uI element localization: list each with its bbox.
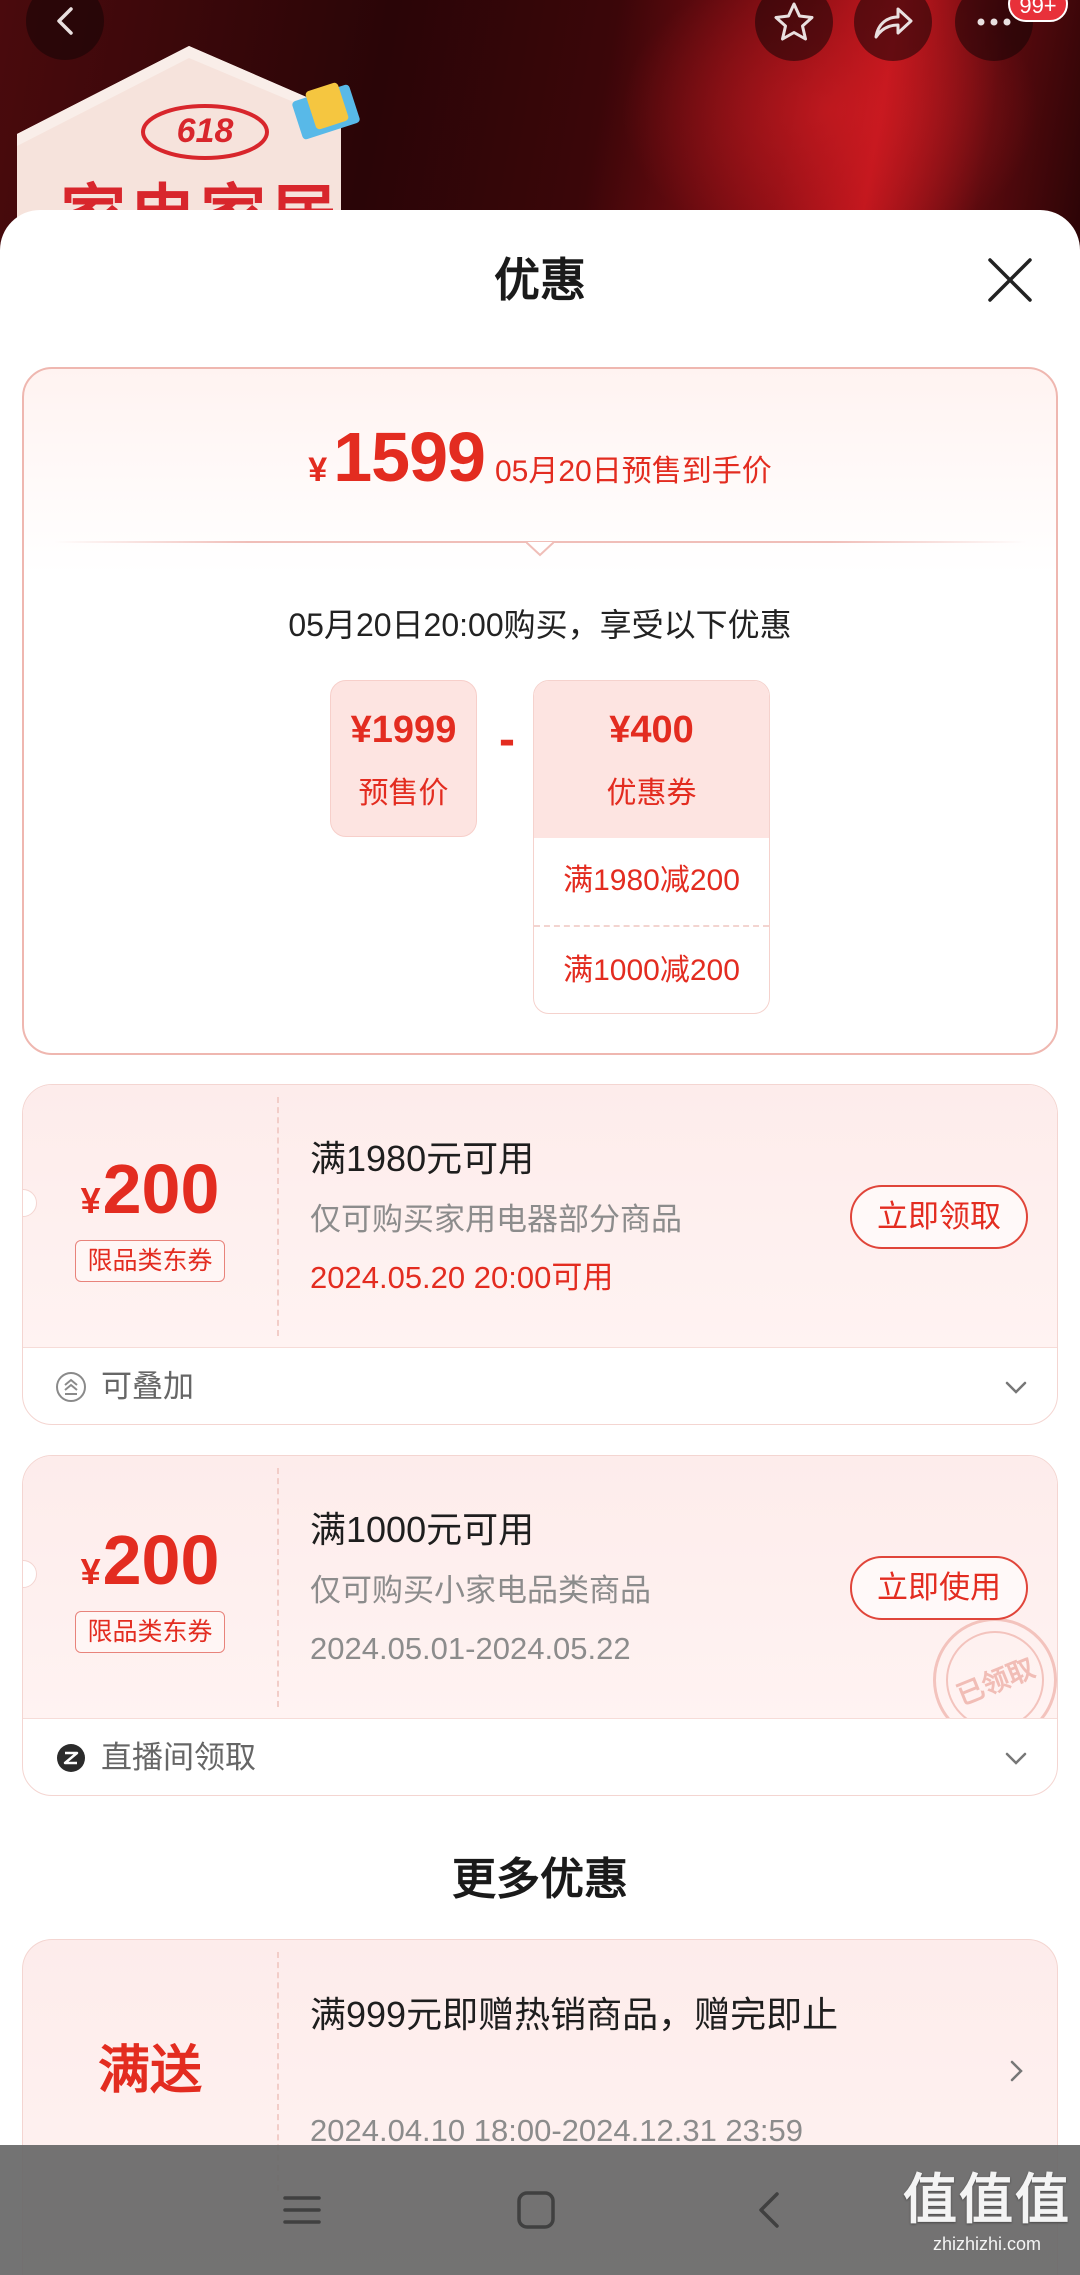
share-icon bbox=[874, 7, 913, 39]
purchase-note: 05月20日20:00购买，享受以下优惠 bbox=[288, 607, 792, 643]
live-icon bbox=[57, 1744, 85, 1772]
final-price-currency: ¥ bbox=[308, 451, 328, 489]
claim-coupon-button[interactable]: 立即领取 bbox=[850, 1185, 1028, 1249]
chevron-down-icon[interactable] bbox=[1003, 1745, 1029, 1771]
presale-label: 预售价 bbox=[358, 777, 449, 810]
final-price: 1599 bbox=[333, 418, 486, 496]
claimed-stamp-text: 已领取 bbox=[931, 1616, 1057, 1718]
presale-amount: ¥1999 bbox=[350, 709, 457, 751]
coupon-currency: ¥ bbox=[80, 1180, 101, 1221]
gift-offer-tag: 满送 bbox=[97, 2042, 202, 2100]
coupon-divider bbox=[277, 1097, 279, 1336]
coupon-validity: 2024.05.01-2024.05.22 bbox=[310, 1631, 631, 1666]
coupon-validity: 2024.05.20 20:00可用 bbox=[310, 1260, 614, 1295]
coupon-total-header: ¥400 优惠券 bbox=[534, 681, 769, 838]
breakdown-divider bbox=[534, 925, 769, 927]
coupon-footer[interactable]: 可叠加 bbox=[23, 1348, 1057, 1424]
message-badge: 99+ bbox=[1008, 0, 1068, 22]
final-price-label: 05月20日预售到手价 bbox=[494, 455, 772, 488]
coupon-footer[interactable]: 直播间领取 bbox=[23, 1719, 1057, 1795]
recent-apps-button[interactable] bbox=[277, 2185, 327, 2235]
coupon-breakdown-item: 满1980减200 bbox=[563, 864, 740, 897]
sheet-title: 优惠 bbox=[494, 254, 586, 306]
watermark-text: 值值值 bbox=[903, 2170, 1071, 2230]
gift-offer-title: 满999元即赠热销商品，赠完即止 bbox=[310, 1994, 839, 2035]
final-price-row: ¥ 1599 05月20日预售到手价 bbox=[24, 417, 1056, 497]
coupon-divider bbox=[277, 1468, 279, 1707]
coupon-total-amount: ¥400 bbox=[609, 709, 694, 751]
price-summary-card: ¥ 1599 05月20日预售到手价 05月20日20:00购买，享受以下优惠 … bbox=[22, 367, 1058, 1055]
coupon-card: ¥ 200 限品类东券 满1980元可用 仅可购买家用电器部分商品 2024.0… bbox=[22, 1084, 1058, 1425]
logo-618-text: 618 bbox=[176, 112, 234, 150]
presale-price-box: ¥1999 预售价 bbox=[330, 680, 477, 837]
close-icon bbox=[988, 258, 1032, 302]
coupon-total-box: ¥400 优惠券 满1980减200 满1000减200 bbox=[533, 680, 770, 1014]
coupon-currency: ¥ bbox=[80, 1551, 101, 1592]
coupon-total-label: 优惠券 bbox=[606, 777, 697, 810]
home-icon bbox=[517, 2191, 555, 2229]
chevron-right-icon[interactable] bbox=[1003, 2058, 1029, 2084]
watermark: 值值值 zhizhizhi.com bbox=[902, 2168, 1072, 2256]
coupon-value-area: ¥ 200 限品类东券 bbox=[23, 1085, 277, 1347]
coupon-body: ¥ 200 限品类东券 满1000元可用 仅可购买小家电品类商品 2024.05… bbox=[23, 1456, 1057, 1719]
system-back-button[interactable] bbox=[744, 2185, 794, 2235]
discount-sheet: 优惠 ¥ 1599 05月20日预售到手价 05月20日20:00购买，享受以下… bbox=[0, 210, 1080, 2275]
watermark-domain: zhizhizhi.com bbox=[932, 2234, 1042, 2254]
coupon-type-tag: 限品类东券 bbox=[75, 1240, 225, 1282]
divider-notch bbox=[526, 541, 554, 557]
coupon-value: 200 bbox=[102, 1521, 220, 1599]
menu-icon bbox=[283, 2196, 321, 2224]
coupon-scope: 仅可购买小家电品类商品 bbox=[310, 1573, 651, 1608]
star-icon bbox=[774, 2, 814, 41]
stackable-icon bbox=[56, 1372, 86, 1402]
home-button[interactable] bbox=[511, 2185, 561, 2235]
coupon-footer-text: 可叠加 bbox=[101, 1369, 194, 1404]
minus-operator: - bbox=[499, 713, 515, 766]
use-coupon-button[interactable]: 立即使用 bbox=[850, 1556, 1028, 1620]
coupon-footer-text: 直播间领取 bbox=[101, 1740, 256, 1775]
coupon-value-area: ¥ 200 限品类东券 bbox=[23, 1456, 277, 1718]
coupon-scope: 仅可购买家用电器部分商品 bbox=[310, 1202, 682, 1237]
coupon-body: ¥ 200 限品类东券 满1980元可用 仅可购买家用电器部分商品 2024.0… bbox=[23, 1085, 1057, 1348]
coupon-amount: ¥ 200 bbox=[23, 1518, 277, 1602]
more-offers-title: 更多优惠 bbox=[452, 1855, 628, 1904]
chevron-down-icon[interactable] bbox=[1003, 1374, 1029, 1400]
coupon-condition: 满1000元可用 bbox=[310, 1509, 535, 1550]
coupon-breakdown-item: 满1000减200 bbox=[563, 954, 740, 987]
coupon-amount: ¥ 200 bbox=[23, 1147, 277, 1231]
coupon-value: 200 bbox=[102, 1150, 220, 1228]
back-icon bbox=[57, 7, 73, 35]
coupon-card: ¥ 200 限品类东券 满1000元可用 仅可购买小家电品类商品 2024.05… bbox=[22, 1455, 1058, 1796]
coupon-type-tag: 限品类东券 bbox=[75, 1611, 225, 1653]
coupon-condition: 满1980元可用 bbox=[310, 1138, 535, 1179]
close-button[interactable] bbox=[982, 252, 1038, 308]
back-icon bbox=[759, 2192, 779, 2228]
